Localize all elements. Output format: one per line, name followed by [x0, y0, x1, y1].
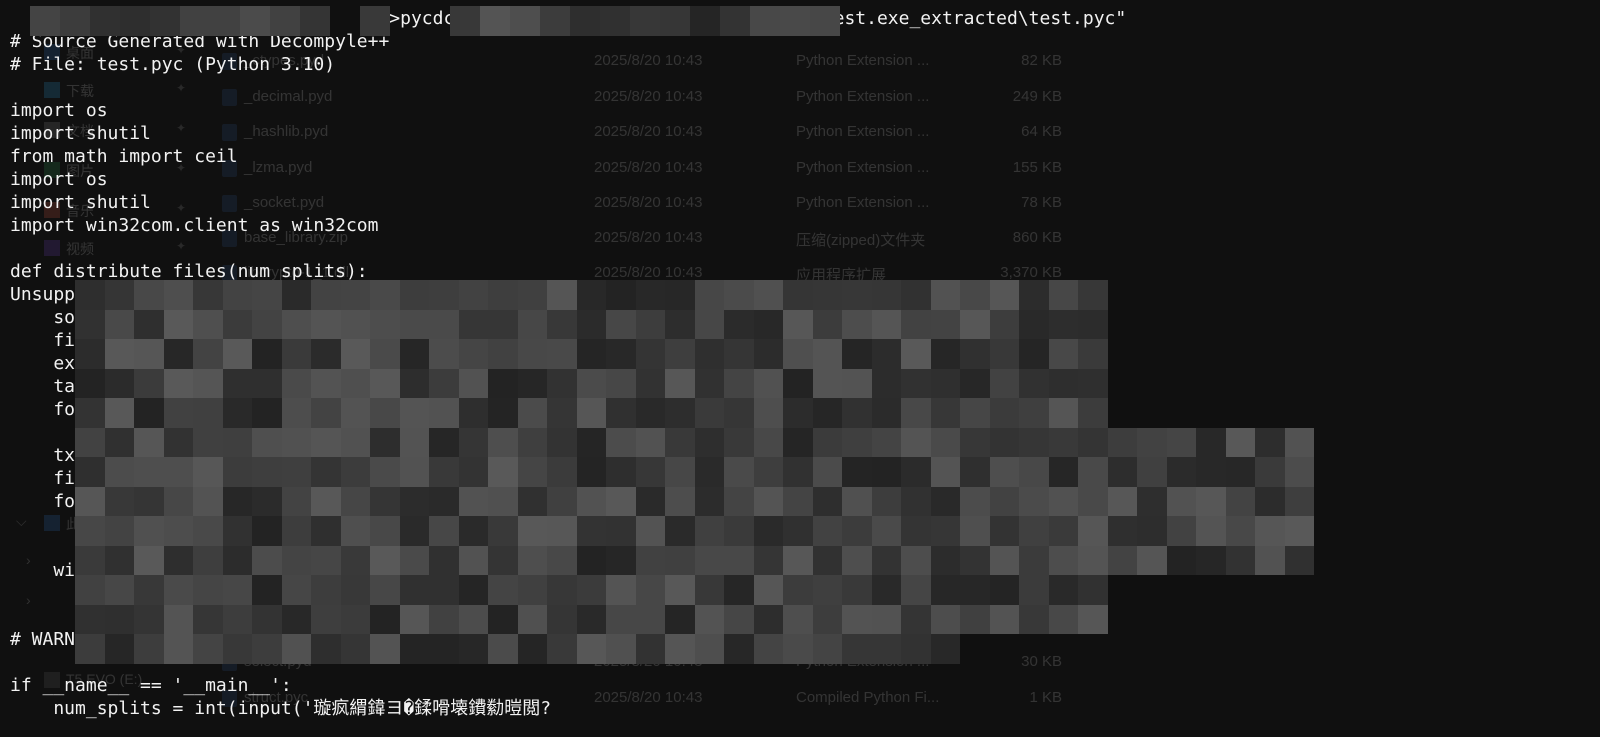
redaction-mosaic: [75, 280, 1314, 664]
terminal-line: from math import ceil: [10, 146, 238, 167]
terminal-line: import os: [10, 169, 108, 190]
terminal-line: import os: [10, 100, 108, 121]
terminal-line: num_splits = int(input('璇疯緭鍏ヨ�鍒嗗壊鐨勬暟閲?: [10, 698, 552, 719]
terminal-line: if __name__ == '__main__':: [10, 675, 292, 696]
terminal-line: import shutil: [10, 123, 151, 144]
terminal-line: import shutil: [10, 192, 151, 213]
redaction-mosaic: [30, 6, 840, 36]
terminal-line: # File: test.pyc (Python 3.10): [10, 54, 336, 75]
terminal-window[interactable]: >pycdc.exe "C:\ \test.exe_extracted\test…: [0, 0, 1600, 737]
terminal-line: import win32com.client as win32com: [10, 215, 379, 236]
